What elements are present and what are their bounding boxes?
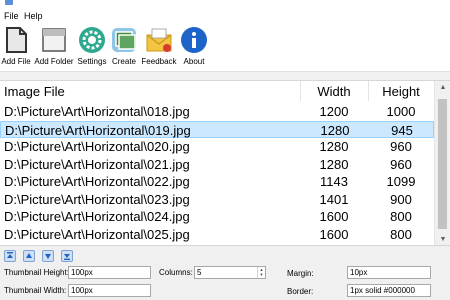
mail-icon	[146, 28, 172, 52]
file-path: D:\Picture\Art\Horizontal\018.jpg	[4, 104, 190, 119]
move-up-button[interactable]	[23, 250, 35, 262]
image-width: 1143	[320, 174, 348, 189]
move-bottom-button[interactable]	[61, 250, 73, 262]
image-height: 800	[390, 226, 412, 242]
border-field[interactable]: 1px solid #000000	[347, 284, 431, 297]
image-width: 1200	[319, 104, 349, 119]
column-header-file[interactable]: Image File	[4, 84, 65, 99]
create-label: Create	[111, 57, 136, 66]
columns-stepper[interactable]: 5 ▲ ▼	[194, 266, 266, 279]
image-file-list[interactable]: Image File Width Height D:\Picture\Art\H…	[0, 80, 450, 246]
feedback-label: Feedback	[141, 57, 177, 66]
columns-value: 5	[197, 268, 202, 277]
list-header: Image File Width Height	[0, 81, 434, 101]
column-header-height[interactable]: Height	[368, 84, 434, 99]
add-file-label: Add File	[1, 57, 31, 66]
list-item[interactable]: D:\Picture\Art\Horizontal\025.jpg 1600 8…	[0, 226, 434, 244]
info-icon	[181, 27, 207, 53]
columns-label: Columns:	[159, 268, 193, 277]
scrollbar-thumb[interactable]	[438, 99, 447, 229]
spin-arrows-icon[interactable]: ▲ ▼	[257, 267, 265, 278]
list-item[interactable]: D:\Picture\Art\Horizontal\022.jpg 1143 1…	[0, 173, 434, 191]
border-label: Border:	[287, 287, 314, 296]
move-top-button[interactable]	[4, 250, 16, 262]
menu-help[interactable]: Help	[24, 11, 43, 21]
thumbnail-height-field[interactable]: 100px	[68, 266, 151, 279]
margin-label: Margin:	[287, 269, 314, 278]
scroll-up-icon[interactable]: ▲	[435, 81, 450, 95]
thumbnail-width-field[interactable]: 100px	[68, 284, 151, 297]
about-label: About	[183, 57, 205, 66]
file-path: D:\Picture\Art\Horizontal\023.jpg	[4, 191, 190, 207]
move-bottom-icon	[64, 254, 70, 260]
menu-file[interactable]: File	[4, 11, 19, 21]
image-height: 960	[390, 139, 412, 154]
feedback-button[interactable]: Feedback	[140, 26, 178, 69]
add-folder-icon	[42, 28, 66, 52]
list-item[interactable]: D:\Picture\Art\Horizontal\024.jpg 1600 8…	[0, 208, 434, 226]
toolbar: Add File Add Folder Settings Create Feed…	[0, 25, 450, 72]
list-item[interactable]: D:\Picture\Art\Horizontal\021.jpg 1280 9…	[0, 156, 434, 174]
about-button[interactable]: About	[179, 26, 209, 69]
gear-icon	[79, 27, 105, 53]
add-folder-button[interactable]: Add Folder	[33, 26, 75, 69]
list-item[interactable]: D:\Picture\Art\Horizontal\018.jpg 1200 1…	[0, 103, 434, 121]
scroll-down-icon[interactable]: ▼	[435, 233, 450, 245]
create-icon	[112, 28, 136, 52]
image-height: 1099	[386, 174, 416, 189]
list-item-selected[interactable]: D:\Picture\Art\Horizontal\019.jpg 1280 9…	[0, 120, 434, 138]
title-bar	[0, 0, 450, 9]
image-height: 1000	[386, 104, 416, 119]
column-header-width[interactable]: Width	[300, 84, 368, 99]
thumbnail-height-label: Thumbnail Height:	[4, 268, 69, 277]
image-width: 1280	[320, 122, 350, 138]
file-path: D:\Picture\Art\Horizontal\025.jpg	[4, 226, 190, 242]
image-height: 945	[391, 122, 413, 138]
image-width: 1600	[319, 226, 349, 242]
add-folder-label: Add Folder	[34, 57, 74, 66]
create-button[interactable]: Create	[109, 26, 139, 69]
settings-button[interactable]: Settings	[76, 26, 108, 69]
thumbnail-width-label: Thumbnail Width:	[4, 286, 67, 295]
image-width: 1600	[319, 209, 349, 224]
image-width: 1401	[319, 191, 349, 207]
menu-bar: File Help	[0, 9, 450, 25]
list-item[interactable]: D:\Picture\Art\Horizontal\020.jpg 1280 9…	[0, 138, 434, 156]
image-height: 800	[390, 209, 412, 224]
file-path: D:\Picture\Art\Horizontal\022.jpg	[4, 174, 190, 189]
list-item[interactable]: D:\Picture\Art\Horizontal\023.jpg 1401 9…	[0, 191, 434, 209]
file-path: D:\Picture\Art\Horizontal\020.jpg	[4, 139, 190, 154]
move-up-icon	[26, 253, 32, 258]
file-path: D:\Picture\Art\Horizontal\019.jpg	[5, 122, 191, 138]
vertical-scrollbar[interactable]: ▲ ▼	[434, 81, 450, 245]
file-path: D:\Picture\Art\Horizontal\021.jpg	[4, 156, 190, 172]
image-width: 1280	[319, 139, 349, 154]
add-file-icon	[6, 27, 27, 53]
settings-label: Settings	[77, 57, 107, 66]
image-height: 900	[390, 191, 412, 207]
file-path: D:\Picture\Art\Horizontal\024.jpg	[4, 209, 190, 224]
move-down-button[interactable]	[42, 250, 54, 262]
image-height: 960	[390, 156, 412, 172]
margin-field[interactable]: 10px	[347, 266, 431, 279]
app-icon	[5, 0, 13, 5]
image-width: 1280	[319, 156, 349, 172]
add-file-button[interactable]: Add File	[0, 26, 32, 69]
move-down-icon	[45, 254, 51, 259]
move-top-icon	[7, 252, 13, 258]
